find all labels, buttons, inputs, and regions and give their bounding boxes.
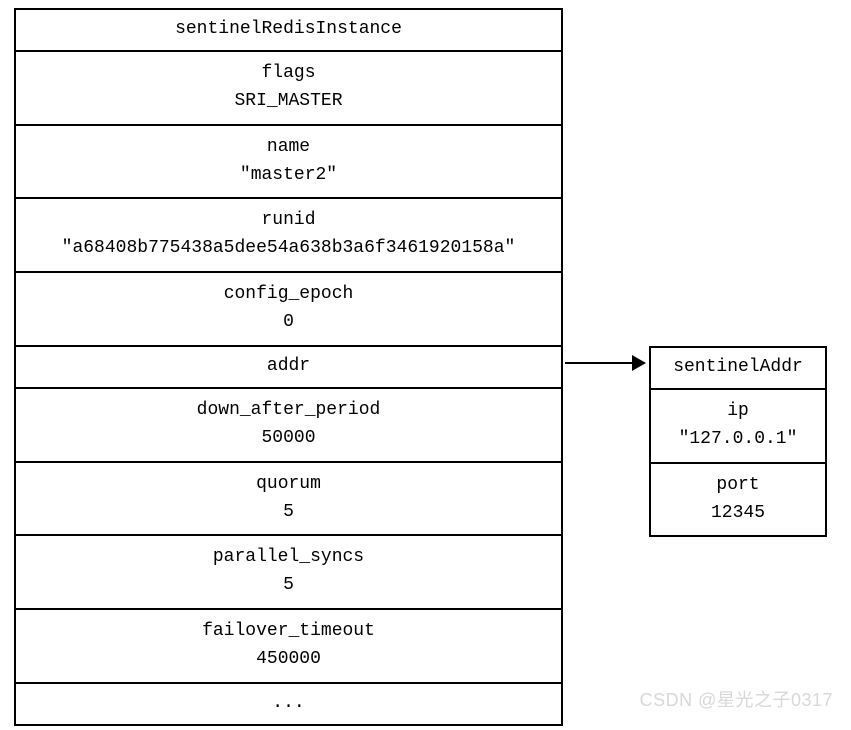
row-label: down_after_period xyxy=(20,397,557,425)
row-label: parallel_syncs xyxy=(20,544,557,572)
row-addr: addr xyxy=(16,345,561,387)
row-flags: flags SRI_MASTER xyxy=(16,50,561,124)
row-name: name "master2" xyxy=(16,124,561,198)
row-value: 12345 xyxy=(655,500,821,528)
row-value: 5 xyxy=(20,499,557,527)
row-ellipsis: ... xyxy=(16,682,561,724)
row-label: failover_timeout xyxy=(20,618,557,646)
row-label: port xyxy=(655,472,821,500)
row-ip: ip "127.0.0.1" xyxy=(651,388,825,462)
sentinel-addr-table: sentinelAddr ip "127.0.0.1" port 12345 xyxy=(649,346,827,537)
row-label: runid xyxy=(20,207,557,235)
row-down-after-period: down_after_period 50000 xyxy=(16,387,561,461)
row-runid: runid "a68408b775438a5dee54a638b3a6f3461… xyxy=(16,197,561,271)
row-label: config_epoch xyxy=(20,281,557,309)
row-value: 5 xyxy=(20,572,557,600)
pointer-arrow-head-icon xyxy=(632,355,646,371)
row-label: ... xyxy=(20,690,557,718)
sentinel-redis-instance-table: sentinelRedisInstance flags SRI_MASTER n… xyxy=(14,8,563,726)
row-label: quorum xyxy=(20,471,557,499)
row-config-epoch: config_epoch 0 xyxy=(16,271,561,345)
row-value: "127.0.0.1" xyxy=(655,426,821,454)
row-quorum: quorum 5 xyxy=(16,461,561,535)
row-value: "a68408b775438a5dee54a638b3a6f3461920158… xyxy=(20,235,557,263)
row-parallel-syncs: parallel_syncs 5 xyxy=(16,534,561,608)
row-label: ip xyxy=(655,398,821,426)
row-label: addr xyxy=(20,353,557,381)
watermark-text: CSDN @星光之子0317 xyxy=(640,686,833,712)
row-value: 0 xyxy=(20,309,557,337)
row-label: flags xyxy=(20,60,557,88)
row-failover-timeout: failover_timeout 450000 xyxy=(16,608,561,682)
row-label: name xyxy=(20,134,557,162)
pointer-arrow-line xyxy=(565,362,635,364)
row-value: 450000 xyxy=(20,646,557,674)
main-title: sentinelRedisInstance xyxy=(16,10,561,50)
row-port: port 12345 xyxy=(651,462,825,536)
row-value: "master2" xyxy=(20,162,557,190)
row-value: 50000 xyxy=(20,425,557,453)
addr-title: sentinelAddr xyxy=(651,348,825,388)
row-value: SRI_MASTER xyxy=(20,88,557,116)
